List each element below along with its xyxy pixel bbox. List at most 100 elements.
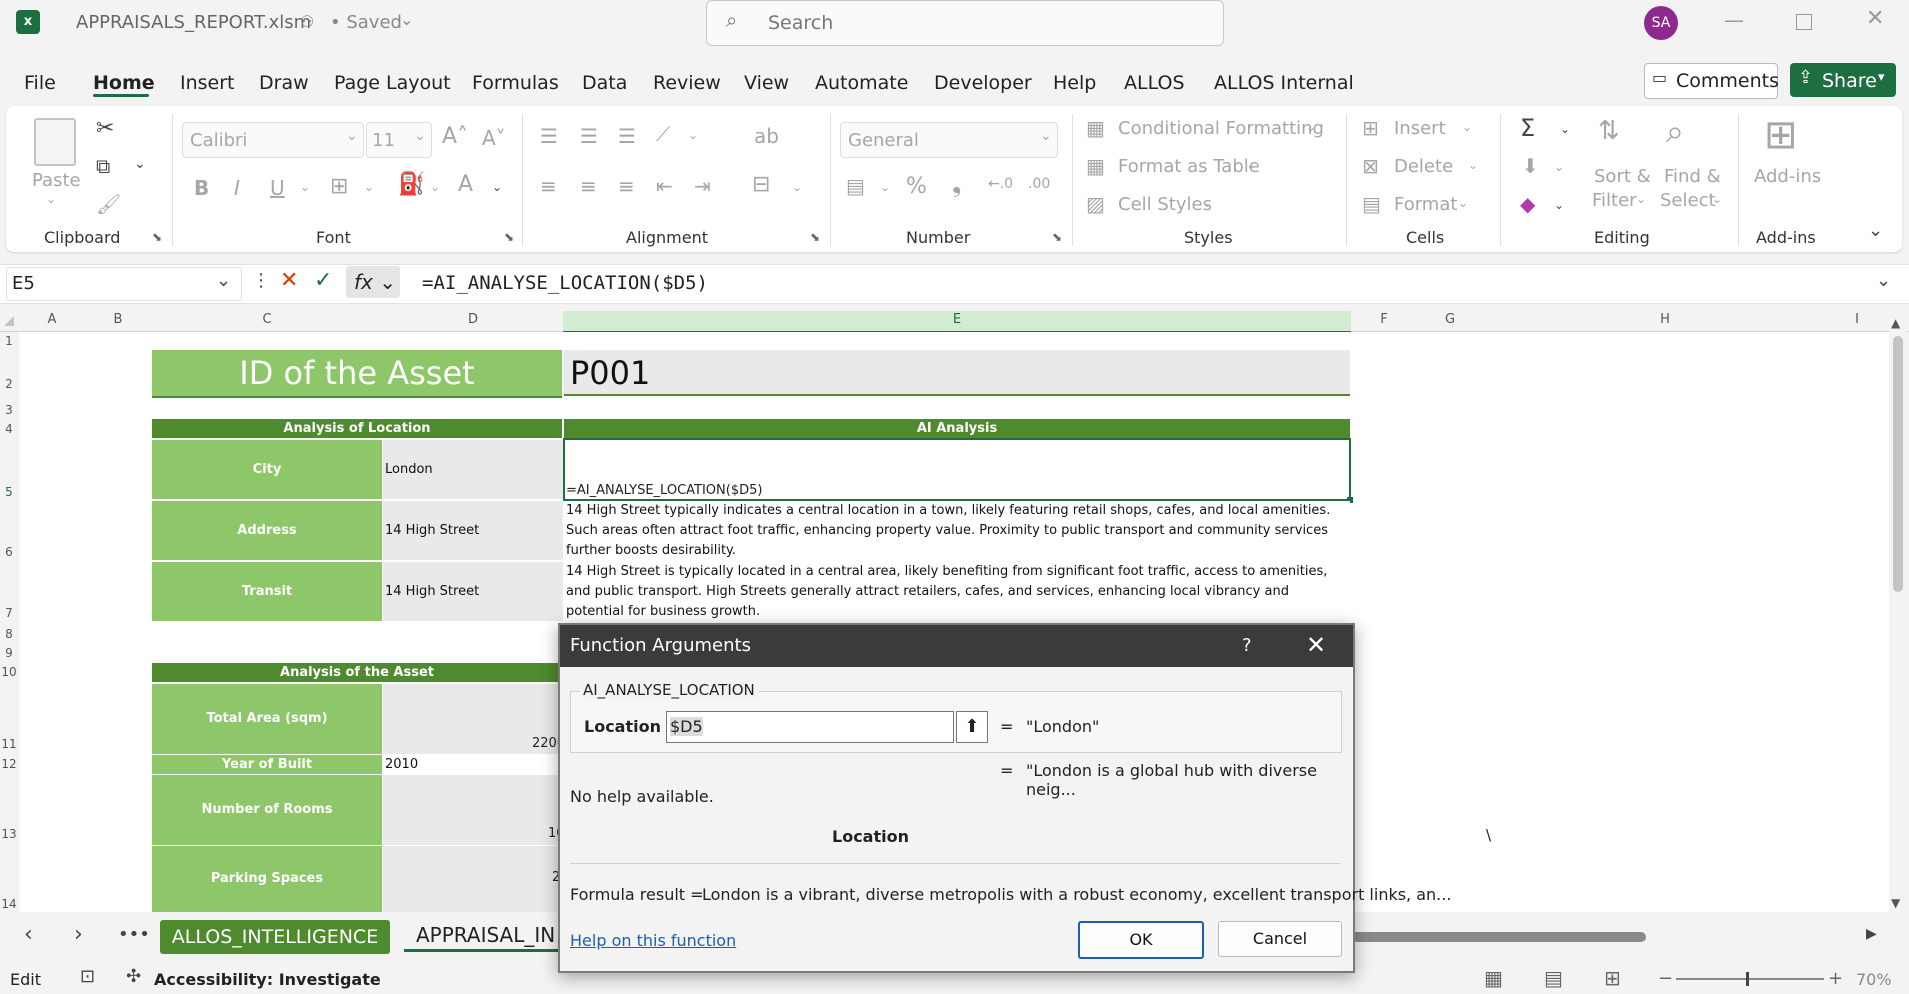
increase-decimal-icon[interactable]: ←.0: [988, 176, 1013, 192]
copy-chevron-icon[interactable]: ⌄: [134, 156, 146, 172]
row-header[interactable]: 7: [0, 606, 18, 620]
row-header[interactable]: 10: [0, 665, 18, 679]
menu-allos[interactable]: ALLOS: [1124, 72, 1185, 94]
col-header-i[interactable]: I: [1847, 312, 1867, 327]
year-value-cell[interactable]: 2010: [383, 755, 563, 774]
page-break-view-icon[interactable]: ⊞: [1604, 966, 1621, 990]
page-layout-view-icon[interactable]: ▤: [1544, 966, 1563, 990]
scroll-up-icon[interactable]: ▲: [1891, 316, 1900, 330]
menu-view[interactable]: View: [744, 72, 789, 94]
asset-header[interactable]: Analysis of the Asset: [152, 663, 562, 682]
cell-styles-button[interactable]: Cell Styles: [1118, 194, 1212, 215]
align-left-icon[interactable]: ≡: [540, 174, 557, 198]
dialog-help-icon[interactable]: ?: [1242, 635, 1252, 656]
scroll-down-icon[interactable]: ▼: [1891, 896, 1900, 910]
row-header[interactable]: 8: [0, 627, 18, 641]
menu-insert[interactable]: Insert: [180, 72, 235, 94]
delete-cells-icon[interactable]: ⊠: [1362, 154, 1379, 178]
argument-input[interactable]: [666, 711, 954, 743]
increase-font-icon[interactable]: A˄: [442, 124, 468, 149]
add-ins-icon[interactable]: ⊞: [1764, 112, 1798, 158]
ai-analysis-header[interactable]: AI Analysis: [564, 419, 1350, 438]
font-color-chevron-icon[interactable]: ⌄: [492, 180, 502, 194]
underline-icon[interactable]: U: [270, 176, 285, 200]
cancel-button[interactable]: Cancel: [1218, 921, 1342, 957]
autosum-icon[interactable]: Σ: [1520, 114, 1535, 142]
paste-chevron-icon[interactable]: ⌄: [46, 192, 56, 206]
align-center-icon[interactable]: ≡: [580, 174, 597, 198]
autosum-chevron-icon[interactable]: ⌄: [1560, 122, 1570, 136]
sheet-tab-appraisal[interactable]: APPRAISAL_IN: [404, 918, 564, 952]
alignment-launcher-icon[interactable]: ⬊: [810, 230, 820, 244]
name-box[interactable]: [6, 267, 242, 301]
increase-indent-icon[interactable]: ⇥: [694, 174, 711, 198]
transit-value-cell[interactable]: 14 High Street: [383, 562, 563, 621]
rooms-value-cell[interactable]: [383, 775, 563, 845]
city-label-cell[interactable]: City: [152, 440, 382, 499]
parking-label-cell[interactable]: Parking Spaces: [152, 846, 382, 912]
prev-sheet-icon[interactable]: ‹: [24, 922, 33, 947]
align-bottom-icon[interactable]: ☰: [618, 124, 636, 148]
col-header-e[interactable]: E: [563, 312, 1351, 327]
borders-chevron-icon[interactable]: ⌄: [364, 180, 374, 194]
delete-chevron-icon[interactable]: ⌄: [1468, 158, 1478, 172]
orientation-icon[interactable]: ⟋: [656, 122, 670, 146]
zoom-in-icon[interactable]: +: [1828, 968, 1843, 989]
row-header[interactable]: 4: [0, 422, 18, 436]
zoom-slider[interactable]: [1676, 978, 1824, 980]
normal-view-icon[interactable]: ▦: [1484, 966, 1503, 990]
dialog-close-icon[interactable]: ✕: [1306, 631, 1326, 659]
insert-chevron-icon[interactable]: ⌄: [1462, 120, 1472, 134]
wrap-text-icon[interactable]: ab: [754, 124, 779, 148]
format-painter-icon[interactable]: 🖌: [96, 192, 121, 216]
transit-label-cell[interactable]: Transit: [152, 562, 382, 621]
paste-button[interactable]: Paste: [32, 170, 81, 191]
find-select-button[interactable]: Find &: [1664, 166, 1721, 187]
more-options-icon[interactable]: ⋮: [252, 270, 270, 291]
font-color-icon[interactable]: A: [458, 172, 473, 197]
col-header-f[interactable]: F: [1351, 312, 1417, 327]
close-icon[interactable]: ✕: [1866, 6, 1884, 31]
format-table-chevron-icon[interactable]: ⌄: [1246, 158, 1256, 172]
accounting-chevron-icon[interactable]: ⌄: [880, 180, 890, 194]
find-select-icon[interactable]: ⌕: [1666, 112, 1684, 151]
row-header[interactable]: 1: [0, 334, 18, 348]
decrease-decimal-icon[interactable]: .00: [1028, 176, 1050, 192]
more-sheets-icon[interactable]: •••: [118, 924, 150, 945]
address-ai-cell[interactable]: 14 High Street typically indicates a cen…: [566, 501, 1350, 560]
horizontal-scroll-thumb[interactable]: [1352, 932, 1646, 942]
ribbon-collapse-icon[interactable]: ⌄: [1868, 220, 1883, 241]
location-header[interactable]: Analysis of Location: [152, 419, 562, 438]
menu-data[interactable]: Data: [582, 72, 627, 94]
zoom-thumb[interactable]: [1746, 972, 1749, 986]
add-ins-button[interactable]: Add-ins: [1754, 166, 1821, 187]
help-on-function-link[interactable]: Help on this function: [570, 931, 736, 950]
fill-icon[interactable]: ⬇: [1522, 154, 1539, 178]
zoom-level[interactable]: 70%: [1856, 970, 1892, 989]
insert-function-icon[interactable]: fx ⌄: [346, 266, 400, 298]
formula-input[interactable]: =AI_ANALYSE_LOCATION($D5): [422, 272, 708, 294]
row-header[interactable]: 3: [0, 403, 18, 417]
scroll-right-icon[interactable]: ▶: [1866, 926, 1877, 942]
collapse-dialog-icon[interactable]: ⬆: [956, 711, 988, 743]
insert-cells-button[interactable]: Insert: [1394, 118, 1446, 139]
menu-home[interactable]: Home: [93, 72, 155, 94]
name-box-chevron-icon[interactable]: ⌄: [216, 270, 231, 291]
col-header-g[interactable]: G: [1417, 312, 1483, 327]
accessibility-status[interactable]: Accessibility: Investigate: [154, 970, 381, 989]
conditional-formatting-button[interactable]: Conditional Formatting: [1118, 118, 1324, 139]
vertical-scroll-thumb[interactable]: [1893, 336, 1903, 592]
enter-formula-icon[interactable]: ✓: [314, 268, 332, 293]
menu-allos-internal[interactable]: ALLOS Internal: [1214, 72, 1354, 94]
decrease-indent-icon[interactable]: ⇤: [656, 174, 673, 198]
clear-chevron-icon[interactable]: ⌄: [1554, 198, 1564, 212]
col-header-h[interactable]: H: [1483, 312, 1847, 327]
clear-icon[interactable]: ◆: [1520, 192, 1535, 216]
macro-recording-icon[interactable]: ⊡: [80, 966, 95, 987]
fill-chevron-icon[interactable]: ⌄: [1554, 160, 1564, 174]
ok-button[interactable]: OK: [1078, 921, 1204, 959]
paste-icon[interactable]: [34, 118, 76, 166]
font-launcher-icon[interactable]: ⬊: [504, 230, 514, 244]
parking-value-cell[interactable]: [383, 846, 563, 912]
col-header-c[interactable]: C: [151, 312, 383, 327]
